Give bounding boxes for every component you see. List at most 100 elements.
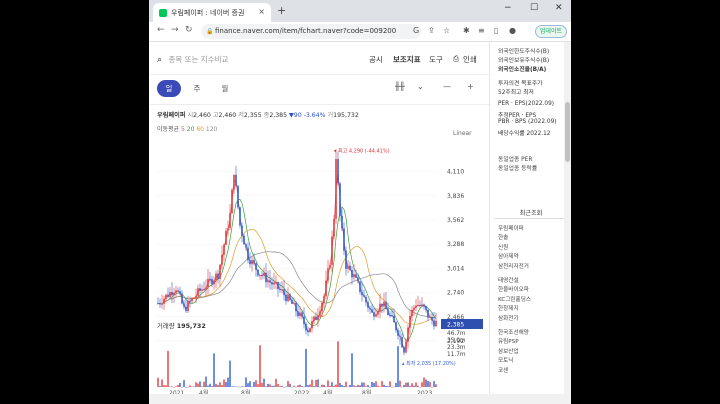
menu-disclosure[interactable]: 공시 (369, 54, 383, 65)
close-price: 2,385 (269, 112, 288, 119)
period-month[interactable]: 월 (213, 80, 237, 97)
scale-mode[interactable]: Linear (453, 130, 472, 137)
recent-stock-link[interactable]: 삼천리자전거 (498, 262, 529, 270)
back-icon[interactable]: ← (157, 25, 165, 35)
google-icon[interactable]: G (413, 26, 419, 35)
print-icon[interactable]: ⎙ (453, 54, 459, 64)
industry-link[interactable]: 동일업종 PER (498, 154, 532, 163)
volume-bar (265, 386, 267, 387)
page-content: ⌕ 종목 또는 지수비교 공시 보조지표 도구 ⎙ 인쇄 일 주 월 ╫╫ ⌄ … (149, 42, 571, 404)
minimize-button[interactable]: − (504, 3, 512, 13)
volume-bar (335, 384, 337, 387)
volume-chart[interactable]: 46.7m35.0m23.3m11.7m 20214월8월20224월8월202… (149, 327, 489, 397)
candle-body (239, 207, 241, 226)
candle-body (357, 277, 359, 282)
candle-body (237, 185, 239, 208)
candle-body (213, 280, 215, 285)
profile-avatar-icon[interactable]: ● (509, 26, 516, 35)
volume-bar (213, 353, 215, 387)
candle-body (177, 290, 179, 292)
candle-body (331, 236, 333, 265)
volume-bar (263, 378, 265, 387)
volume-bar (379, 386, 381, 388)
extensions-icon[interactable]: ✱ (463, 26, 470, 35)
maximize-button[interactable]: ☐ (530, 3, 538, 13)
share-icon[interactable]: ⇪ (428, 26, 435, 35)
close-window-button[interactable]: ✕ (555, 3, 563, 13)
reading-list-icon[interactable]: ≡ (478, 26, 485, 35)
candle-body (341, 215, 343, 229)
recent-stock-link[interactable]: 코센 (498, 366, 508, 374)
side-panel-icon[interactable]: ▯ (494, 26, 498, 35)
title-bar: 우림페이퍼 : 네이버 증권 × + − ☐ ✕ (149, 0, 571, 22)
reload-icon[interactable]: ↻ (185, 25, 193, 35)
volume-bar (179, 382, 181, 387)
zoom-out-icon[interactable]: — (443, 82, 451, 91)
y-tick-label: 2,740 (447, 290, 464, 297)
volume-bar (385, 385, 387, 387)
vertical-scrollbar[interactable] (564, 42, 571, 404)
candle-body (351, 269, 353, 278)
horizontal-scrollbar[interactable] (149, 394, 564, 404)
candle-body (291, 299, 293, 304)
volume-bar (169, 386, 171, 388)
candle-body (329, 264, 331, 269)
candle-body (381, 303, 383, 307)
volume-bar (185, 386, 187, 388)
moving-average-legend[interactable]: 이동평균 5 20 60 120 (157, 124, 217, 133)
browser-tab[interactable]: 우림페이퍼 : 네이버 증권 × (153, 3, 271, 22)
menu-indicators[interactable]: 보조지표 (393, 54, 421, 65)
volume-bar (161, 379, 163, 387)
recent-stock-link[interactable]: 한울바이오파 (498, 285, 529, 293)
recent-stock-link[interactable]: 한창제지 (498, 304, 519, 312)
volume-tick-label: 23.3m (447, 345, 466, 351)
volume-bar (389, 381, 391, 387)
candle-body (201, 289, 203, 291)
zoom-in-icon[interactable]: + (467, 82, 474, 91)
volume-bar (295, 386, 297, 388)
menu-print[interactable]: 인쇄 (463, 54, 477, 65)
recent-stock-link[interactable]: 한국조선해양 (498, 328, 529, 336)
period-day[interactable]: 일 (157, 80, 181, 97)
recent-stock-link[interactable]: 삼보산업 (498, 347, 519, 355)
address-bar[interactable]: 🔒 finance.naver.com/item/fchart.naver?co… (201, 24, 421, 39)
candle-body (343, 228, 345, 251)
quote-summary: 우림페이퍼 시2,460 고2,460 저2,355 종2,385 ▼90 -3… (157, 110, 359, 119)
scroll-thumb[interactable] (565, 102, 570, 162)
period-week[interactable]: 주 (185, 80, 209, 97)
divider (149, 104, 489, 105)
volume-bar (417, 385, 419, 387)
compare-search[interactable]: ⌕ 종목 또는 지수비교 (157, 54, 228, 65)
recent-stock-link[interactable]: 삼아제약 (498, 252, 519, 260)
recent-stock-link[interactable]: 유림PSP (498, 337, 519, 345)
update-button[interactable]: 업데이트 (534, 25, 567, 38)
candle-body (249, 260, 251, 265)
volume-bar (327, 380, 329, 387)
candle-body (313, 316, 315, 322)
recent-stock-link[interactable]: KC그린홀딩스 (498, 295, 531, 303)
menu-tools[interactable]: 도구 (429, 54, 443, 65)
chart-pane: ⌕ 종목 또는 지수비교 공시 보조지표 도구 ⎙ 인쇄 일 주 월 ╫╫ ⌄ … (149, 42, 489, 404)
forward-icon[interactable]: → (171, 25, 179, 35)
industry-link[interactable]: 동일업종 등락률 (498, 163, 537, 172)
candle-body (267, 280, 269, 283)
new-tab-button[interactable]: + (277, 4, 286, 17)
bookmark-star-icon[interactable]: ☆ (443, 26, 450, 35)
recent-stock-link[interactable]: 태영건설 (498, 276, 519, 284)
chevron-down-icon[interactable]: ⌄ (417, 82, 424, 91)
volume-bar (319, 386, 321, 388)
candle-type-icon[interactable]: ╫╫ (395, 82, 405, 91)
volume-bar (393, 386, 395, 388)
tab-close-icon[interactable]: × (258, 7, 265, 16)
recent-stock-link[interactable]: 우림페이퍼 (498, 224, 524, 232)
divider (149, 74, 489, 75)
candle-body (411, 309, 413, 316)
volume-bar (191, 386, 193, 388)
candle-body (235, 174, 237, 186)
recent-stock-link[interactable]: 삼화전기 (498, 314, 519, 322)
volume-bar (283, 386, 285, 388)
candle-body (275, 282, 277, 284)
recent-stock-link[interactable]: 모토닉 (498, 356, 513, 364)
recent-stock-link[interactable]: 신원 (498, 243, 508, 251)
recent-stock-link[interactable]: 한솔 (498, 233, 508, 241)
